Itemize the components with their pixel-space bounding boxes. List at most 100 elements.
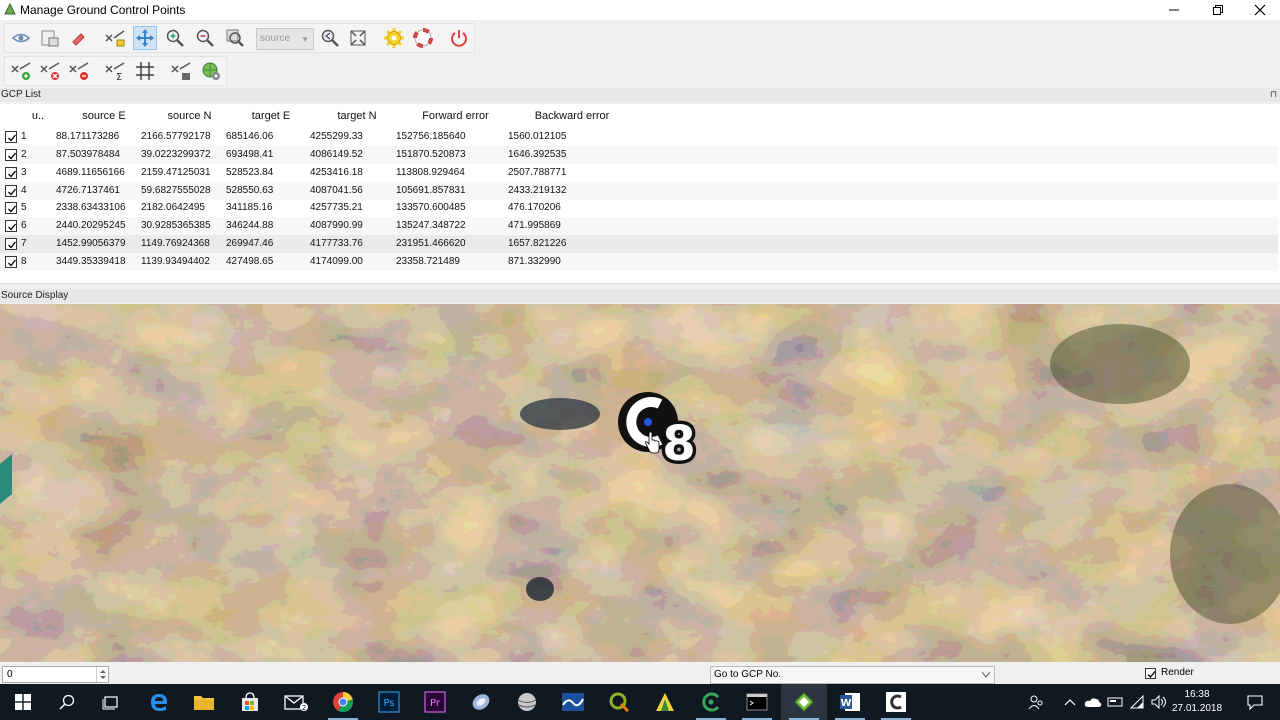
taskbar-app-wave[interactable] bbox=[550, 684, 596, 720]
tray-wifi[interactable] bbox=[1126, 684, 1148, 720]
close-button[interactable] bbox=[1238, 0, 1280, 20]
new-raster-button[interactable] bbox=[38, 26, 62, 50]
pan-button[interactable] bbox=[133, 26, 157, 50]
taskbar-qgis[interactable] bbox=[596, 684, 642, 720]
move-point-button[interactable] bbox=[169, 59, 193, 83]
column-header-enabled[interactable]: u.. bbox=[28, 104, 48, 126]
taskbar-chrome[interactable] bbox=[320, 684, 366, 720]
zoom-in-button[interactable] bbox=[163, 26, 187, 50]
taskbar-terminal[interactable] bbox=[734, 684, 780, 720]
tray-volume[interactable] bbox=[1148, 684, 1170, 720]
column-header-source-n[interactable]: source N bbox=[148, 104, 231, 126]
transform-settings-button[interactable]: Σ bbox=[103, 59, 127, 83]
taskbar-app-blue[interactable] bbox=[458, 684, 504, 720]
row-enabled-checkbox[interactable] bbox=[5, 220, 17, 233]
remove-point-button[interactable] bbox=[67, 59, 91, 83]
georeferencer-icon bbox=[794, 692, 814, 712]
row-enabled-checkbox[interactable] bbox=[5, 148, 17, 161]
point-number-spinbox[interactable]: 0 bbox=[2, 666, 109, 683]
zoom-to-layer-button[interactable] bbox=[223, 26, 247, 50]
table-row[interactable]: 7 1452.99056379 1149.76924368 269947.46 4177… bbox=[0, 235, 1278, 254]
taskbar-edge[interactable] bbox=[136, 684, 182, 720]
quit-button[interactable] bbox=[447, 26, 471, 50]
cell-backward-error: 1657.821226 bbox=[508, 238, 567, 250]
table-row[interactable]: 8 3449.35339418 1139.93494402 427498.65 4174… bbox=[0, 252, 1278, 271]
svg-text:Ps: Ps bbox=[383, 698, 394, 709]
spinbox-arrows[interactable] bbox=[96, 667, 108, 682]
cell-source-n: 2182.0642495 bbox=[141, 202, 205, 214]
table-row[interactable]: 3 4689.11656166 2159.47125031 528523.84 4253… bbox=[0, 164, 1278, 182]
table-row[interactable]: 5 2338.63433106 2182.0642495 341185.16 42577… bbox=[0, 199, 1278, 217]
taskbar-photoshop[interactable]: Ps bbox=[366, 684, 412, 720]
tray-overflow-button[interactable] bbox=[1060, 684, 1080, 720]
taskbar-store[interactable] bbox=[227, 684, 273, 720]
column-header-target-e[interactable]: target E bbox=[231, 104, 311, 126]
source-map-canvas[interactable]: 8 bbox=[0, 304, 1280, 662]
goto-gcp-combo[interactable]: Go to GCP No. bbox=[710, 666, 995, 684]
taskbar-mail[interactable]: 2 bbox=[273, 684, 319, 720]
notification-icon bbox=[1247, 695, 1263, 710]
gcp-marker[interactable]: 8 bbox=[608, 382, 708, 472]
row-enabled-checkbox[interactable] bbox=[5, 166, 17, 179]
action-center-button[interactable] bbox=[1238, 684, 1272, 720]
dock-pin-icon[interactable]: ⊓ bbox=[1270, 89, 1277, 100]
column-header-forward-error[interactable]: Forward error bbox=[403, 104, 508, 126]
table-row[interactable]: 6 2440.20295245 30.9285365385 346244.88 4087… bbox=[0, 217, 1278, 236]
add-point-icon bbox=[11, 62, 31, 80]
cell-source-n: 2166.57792178 bbox=[141, 131, 211, 142]
search-button[interactable] bbox=[44, 684, 90, 720]
tray-network-drive[interactable] bbox=[1104, 684, 1126, 720]
taskbar-app-gray[interactable] bbox=[504, 684, 550, 720]
taskbar-premiere[interactable]: Pr bbox=[412, 684, 458, 720]
table-row[interactable]: 1 88.171173286 2166.57792178 685146.06 42552… bbox=[0, 128, 1278, 146]
cell-target-n: 4253416.18 bbox=[310, 166, 363, 178]
row-enabled-checkbox[interactable] bbox=[5, 202, 17, 215]
taskbar-app-yellow[interactable] bbox=[642, 684, 688, 720]
row-enabled-checkbox[interactable] bbox=[5, 184, 17, 197]
row-enabled-checkbox[interactable] bbox=[5, 131, 17, 143]
tray-people-button[interactable] bbox=[1024, 684, 1048, 720]
settings-button[interactable] bbox=[382, 26, 406, 50]
grid-button[interactable] bbox=[133, 59, 157, 83]
cell-target-e: 693498.41 bbox=[226, 148, 274, 160]
chrome-icon bbox=[333, 692, 354, 713]
restore-button[interactable] bbox=[1196, 0, 1240, 20]
cell-source-n: 1149.76924368 bbox=[141, 238, 210, 250]
link-georeferencer-button[interactable] bbox=[103, 26, 127, 50]
taskbar-qgis-georeferencer[interactable] bbox=[781, 684, 827, 720]
task-view-button[interactable] bbox=[88, 684, 134, 720]
row-enabled-checkbox[interactable] bbox=[5, 255, 17, 268]
cell-id: 4 bbox=[21, 184, 27, 196]
qgis-icon bbox=[609, 692, 630, 713]
delete-point-button[interactable] bbox=[38, 59, 62, 83]
chevron-up-icon bbox=[1064, 699, 1076, 706]
minimize-button[interactable] bbox=[1152, 0, 1196, 20]
add-point-button[interactable] bbox=[9, 59, 33, 83]
taskbar-camtasia[interactable] bbox=[873, 684, 919, 720]
erase-button[interactable] bbox=[67, 26, 91, 50]
table-row[interactable]: 4 4726.7137461 59.6827555028 528550.63 40870… bbox=[0, 181, 1278, 200]
visibility-button[interactable] bbox=[9, 26, 33, 50]
zoom-last-button[interactable] bbox=[318, 26, 342, 50]
help-button[interactable] bbox=[411, 26, 435, 50]
column-header-target-n[interactable]: target N bbox=[311, 104, 403, 126]
cell-source-e: 87.503978484 bbox=[56, 148, 120, 160]
column-header-backward-error[interactable]: Backward error bbox=[508, 104, 636, 126]
taskbar-app-green[interactable] bbox=[688, 684, 734, 720]
cell-backward-error: 1560.012105 bbox=[508, 131, 567, 142]
taskbar-word[interactable]: W bbox=[827, 684, 873, 720]
taskbar-clock[interactable]: 16:38 27.01.2018 bbox=[1168, 688, 1226, 716]
start-button[interactable] bbox=[0, 684, 46, 720]
render-toggle[interactable]: Render bbox=[1145, 667, 1194, 679]
column-header-source-e[interactable]: source E bbox=[60, 104, 148, 126]
start-georeference-button[interactable] bbox=[199, 59, 223, 83]
row-enabled-checkbox[interactable] bbox=[5, 238, 17, 251]
table-row[interactable]: 2 87.503978484 39.0223299372 693498.41 40861… bbox=[0, 145, 1278, 164]
render-checkbox[interactable] bbox=[1145, 668, 1156, 679]
full-extent-button[interactable] bbox=[346, 26, 370, 50]
zoom-out-button[interactable] bbox=[193, 26, 217, 50]
taskbar-file-explorer[interactable] bbox=[181, 684, 227, 720]
source-combo[interactable]: source ▼ bbox=[256, 28, 314, 50]
tray-onedrive[interactable] bbox=[1082, 684, 1104, 720]
cell-backward-error: 2433.219132 bbox=[508, 184, 567, 196]
